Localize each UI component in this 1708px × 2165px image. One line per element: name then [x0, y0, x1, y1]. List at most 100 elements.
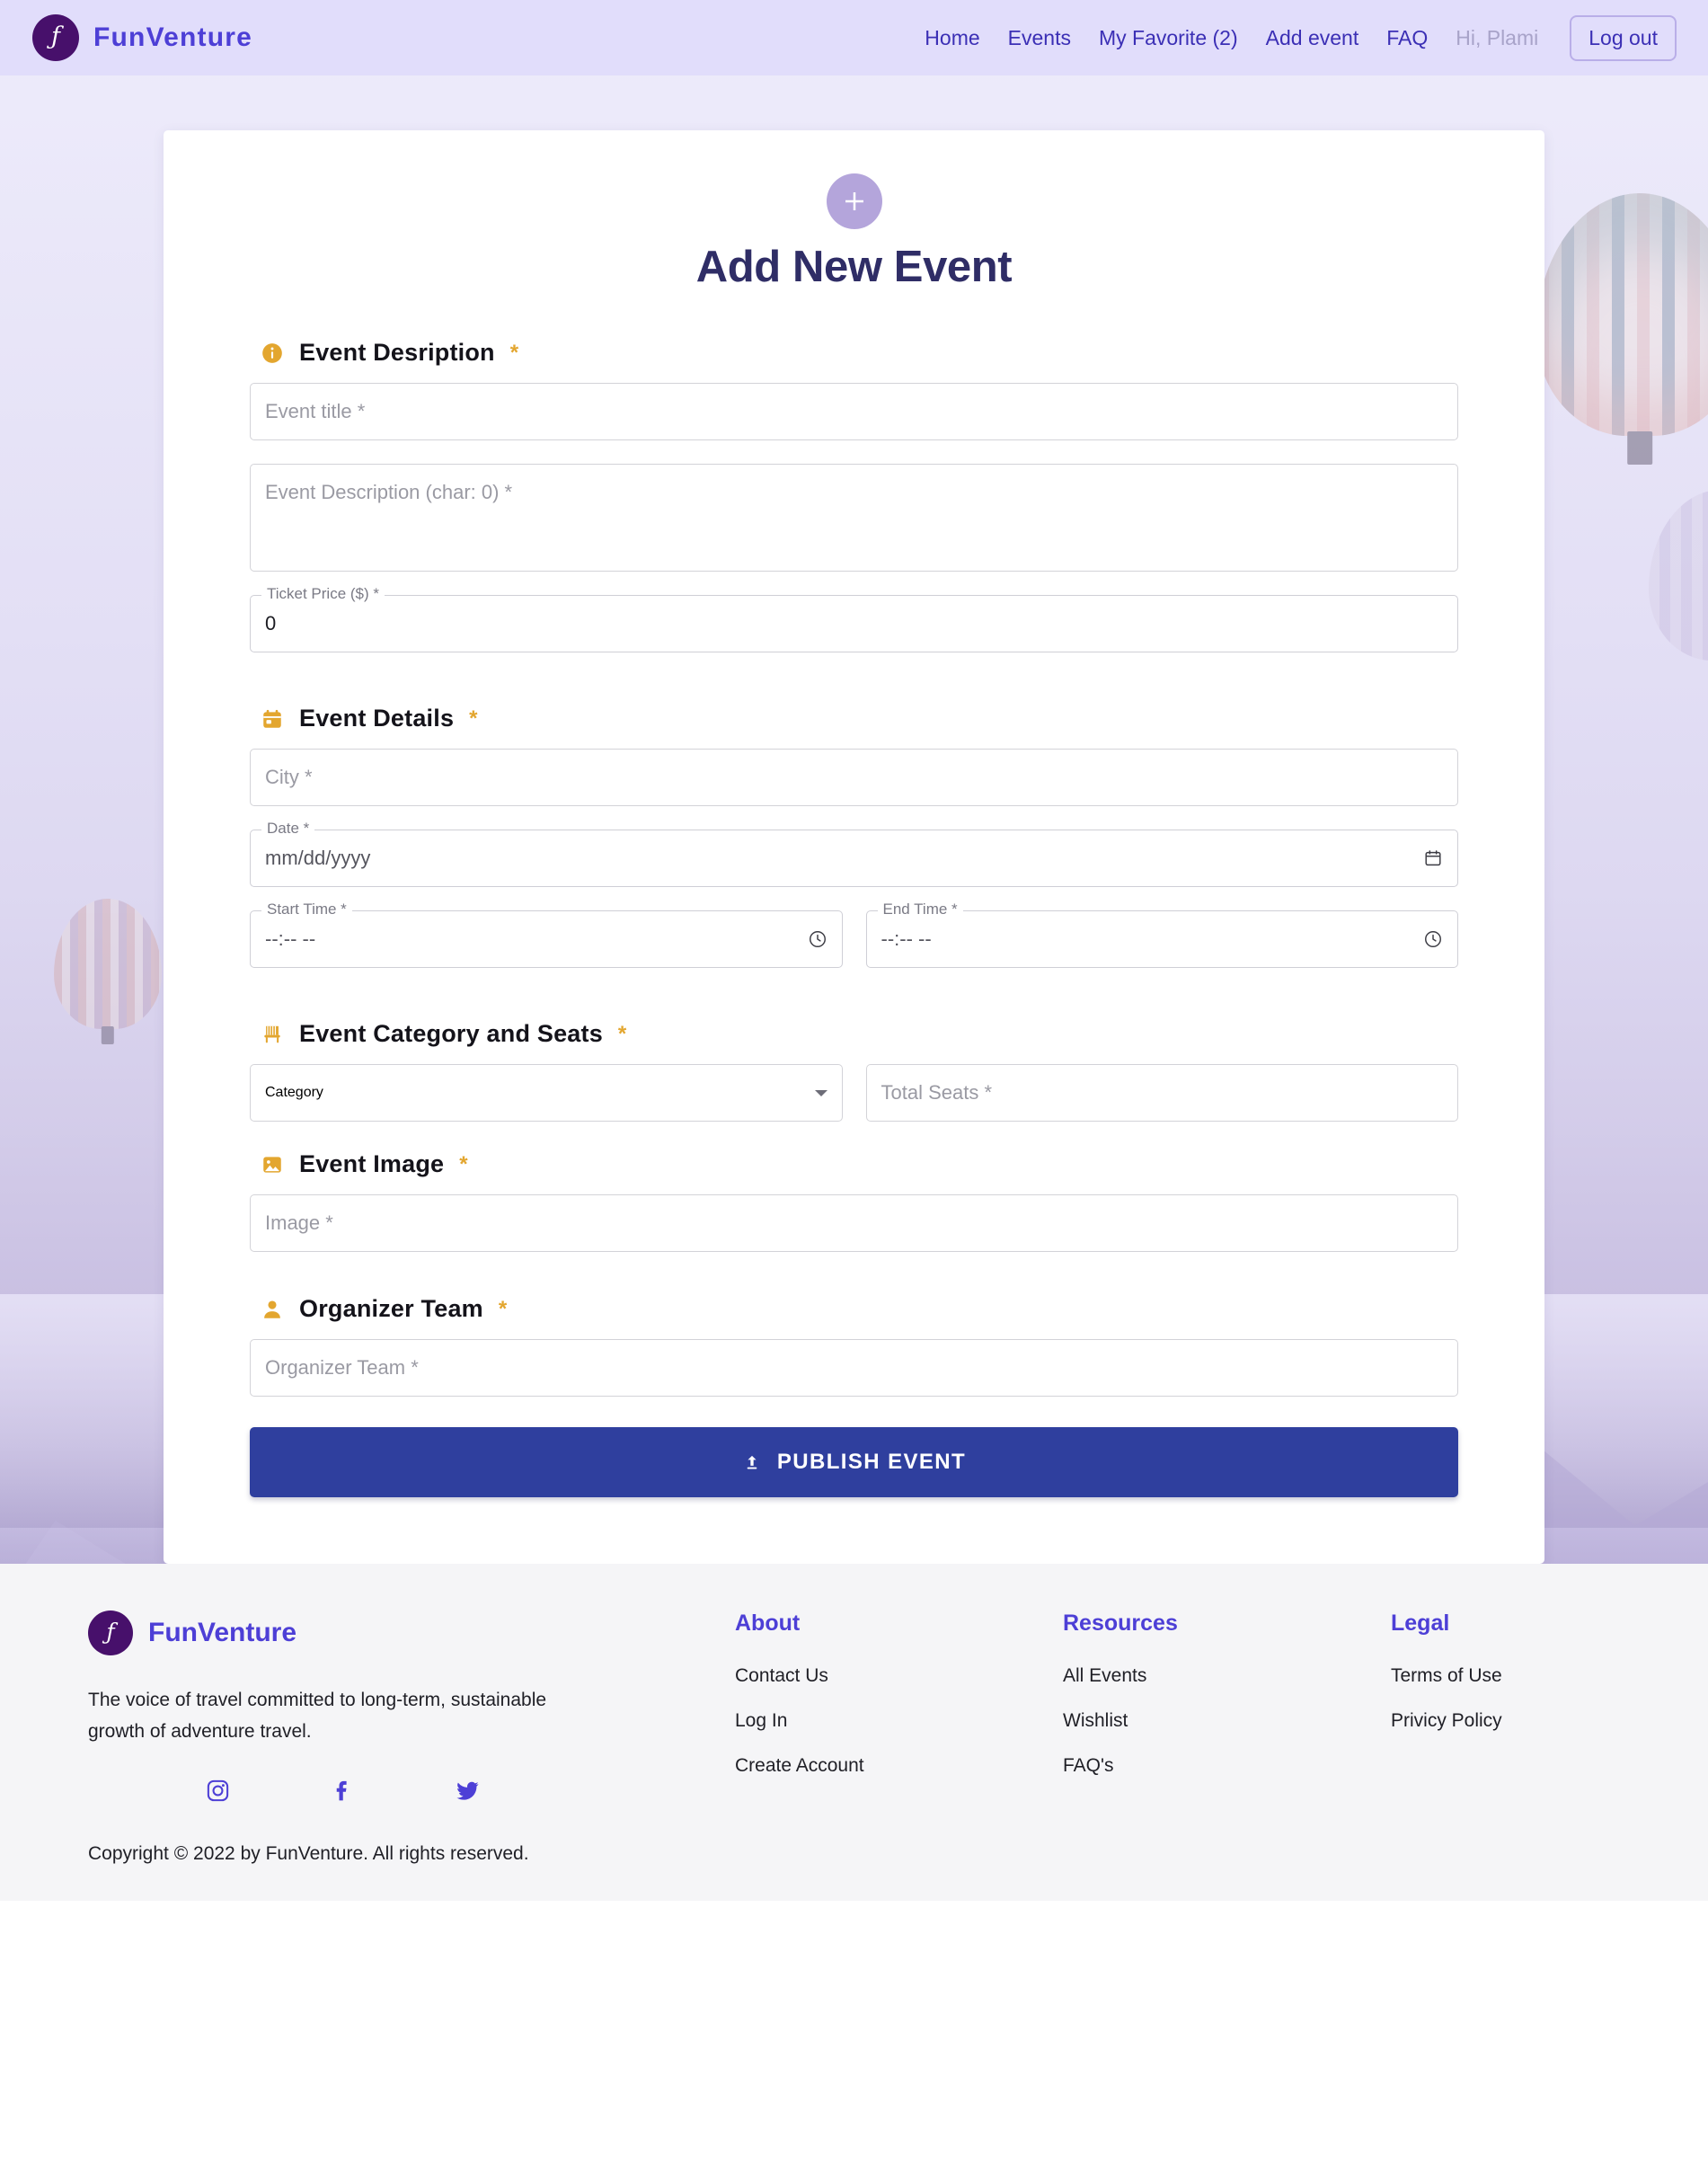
chevron-down-icon [814, 1089, 827, 1096]
nav-item-add-event[interactable]: Add event [1266, 26, 1359, 50]
clock-icon[interactable] [808, 929, 827, 949]
user-greeting: Hi, Plami [1456, 25, 1539, 49]
image-placeholder: Image * [265, 1211, 333, 1234]
add-event-card: Add New Event Event Desription * Event t… [164, 130, 1544, 1564]
required-asterisk: * [459, 1151, 468, 1176]
footer-columns: ƒ FunVenture The voice of travel committ… [88, 1610, 1620, 1804]
page: ƒ FunVenture Home Events My Favorite (2)… [0, 0, 1708, 2165]
footer-column-legal: Legal Terms of Use Privicy Policy [1391, 1610, 1502, 1755]
category-placeholder: Category [265, 1085, 323, 1100]
copyright-text: Copyright © 2022 by FunVenture. All righ… [88, 1843, 529, 1865]
required-asterisk: * [617, 1021, 627, 1046]
instagram-icon[interactable] [205, 1778, 231, 1804]
start-time-input[interactable]: Start Time * --:-- -- [250, 901, 843, 968]
nav-item-events[interactable]: Events [1008, 26, 1071, 50]
publish-event-button[interactable]: PUBLISH EVENT [250, 1427, 1458, 1497]
footer-brand-name: FunVenture [148, 1618, 297, 1647]
end-time-label: End Time * [877, 901, 963, 917]
end-time-value: --:-- -- [881, 927, 932, 950]
footer-brand-column: ƒ FunVenture The voice of travel committ… [88, 1610, 735, 1804]
twitter-icon[interactable] [455, 1778, 481, 1804]
plus-icon [826, 173, 882, 229]
total-seats-input[interactable]: Total Seats * [865, 1064, 1458, 1122]
footer-brand-logo[interactable]: ƒ FunVenture [88, 1610, 735, 1655]
category-select[interactable]: Category [250, 1064, 843, 1122]
footer-link-wishlist[interactable]: Wishlist [1063, 1710, 1391, 1732]
section-label-image: Event Image [299, 1150, 445, 1177]
footer-column-resources: Resources All Events Wishlist FAQ's [1063, 1610, 1391, 1800]
event-title-placeholder: Event title * [265, 400, 366, 422]
required-asterisk: * [469, 705, 478, 731]
calendar-picker-icon[interactable] [1423, 848, 1443, 868]
end-time-input[interactable]: End Time * --:-- -- [865, 901, 1458, 968]
nav-item-home[interactable]: Home [925, 26, 979, 50]
footer-link-terms-of-use[interactable]: Terms of Use [1391, 1665, 1502, 1687]
organizer-team-input[interactable]: Organizer Team * [250, 1339, 1458, 1397]
section-label-category: Event Category and Seats [299, 1020, 603, 1047]
nav-item-my-favorite[interactable]: My Favorite (2) [1099, 26, 1238, 50]
card-header: Add New Event [250, 173, 1458, 292]
footer-link-create-account[interactable]: Create Account [735, 1755, 1063, 1777]
publish-event-label: PUBLISH EVENT [776, 1450, 967, 1474]
section-header-description: Event Desription * [261, 339, 1458, 367]
start-time-label: Start Time * [261, 901, 352, 917]
footer-social-links [88, 1778, 735, 1804]
brand-mark-icon: ƒ [32, 14, 79, 61]
required-asterisk: * [498, 1296, 508, 1321]
nav-item-faq[interactable]: FAQ [1386, 26, 1428, 50]
footer-column-title: Legal [1391, 1610, 1450, 1636]
ticket-price-label: Ticket Price ($) * [261, 586, 385, 601]
hot-air-balloon-icon [1649, 490, 1708, 661]
date-input[interactable]: Date * mm/dd/yyyy [250, 821, 1458, 887]
ticket-price-value: 0 [265, 612, 277, 634]
footer-link-log-in[interactable]: Log In [735, 1710, 1063, 1732]
site-footer: ƒ FunVenture The voice of travel committ… [0, 1564, 1708, 1902]
facebook-icon[interactable] [330, 1778, 356, 1804]
footer-link-privacy-policy[interactable]: Privicy Policy [1391, 1710, 1502, 1732]
brand-mark-icon: ƒ [88, 1610, 133, 1655]
nav-links: Home Events My Favorite (2) Add event FA… [925, 14, 1677, 61]
section-header-organizer: Organizer Team * [261, 1295, 1458, 1323]
ticket-price-input[interactable]: Ticket Price ($) * 0 [250, 586, 1458, 652]
footer-link-faqs[interactable]: FAQ's [1063, 1755, 1391, 1777]
section-label-organizer: Organizer Team [299, 1295, 483, 1322]
city-input[interactable]: City * [250, 749, 1458, 806]
footer-link-all-events[interactable]: All Events [1063, 1665, 1391, 1687]
time-row: Start Time * --:-- -- End Time * --:-- -… [250, 901, 1458, 991]
section-header-category: Event Category and Seats * [261, 1020, 1458, 1048]
category-row: Category Total Seats * [250, 1064, 1458, 1122]
section-label-details: Event Details [299, 705, 455, 732]
section-header-details: Event Details * [261, 705, 1458, 732]
image-input[interactable]: Image * [250, 1194, 1458, 1252]
hot-air-balloon-icon [1536, 193, 1708, 436]
city-placeholder: City * [265, 766, 313, 788]
person-icon [261, 1298, 284, 1321]
event-description-textarea[interactable]: Event Description (char: 0) * [250, 464, 1458, 572]
logout-button[interactable]: Log out [1570, 14, 1677, 61]
event-title-input[interactable]: Event title * [250, 383, 1458, 440]
date-label: Date * [261, 821, 315, 836]
event-description-placeholder: Event Description (char: 0) * [265, 481, 513, 503]
total-seats-placeholder: Total Seats * [881, 1081, 993, 1104]
footer-column-title: About [735, 1610, 801, 1636]
required-asterisk: * [509, 340, 519, 365]
footer-tagline: The voice of travel committed to long-te… [88, 1690, 547, 1742]
info-icon [261, 342, 284, 365]
brand-logo[interactable]: ƒ FunVenture [32, 14, 252, 61]
footer-link-contact-us[interactable]: Contact Us [735, 1665, 1063, 1687]
page-title: Add New Event [695, 243, 1013, 291]
footer-column-about: About Contact Us Log In Create Account [735, 1610, 1063, 1800]
organizer-team-placeholder: Organizer Team * [265, 1356, 419, 1379]
top-navbar: ƒ FunVenture Home Events My Favorite (2)… [0, 0, 1708, 75]
image-icon [261, 1153, 284, 1176]
date-value: mm/dd/yyyy [265, 847, 371, 869]
section-header-image: Event Image * [261, 1150, 1458, 1178]
brand-name: FunVenture [93, 22, 253, 52]
upload-icon [742, 1452, 762, 1472]
chair-icon [261, 1023, 284, 1046]
footer-column-title: Resources [1063, 1610, 1178, 1636]
calendar-icon [261, 707, 284, 731]
start-time-value: --:-- -- [265, 927, 316, 950]
hot-air-balloon-icon [54, 899, 162, 1029]
clock-icon[interactable] [1423, 929, 1443, 949]
